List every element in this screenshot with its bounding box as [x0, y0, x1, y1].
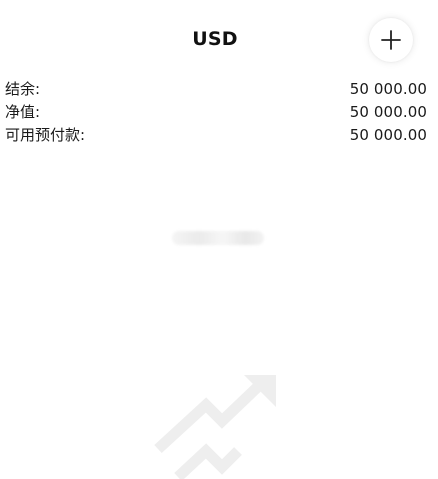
balance-row: 结余: 50 000.00: [5, 77, 427, 100]
equity-label: 净值:: [5, 103, 41, 121]
loading-placeholder: [172, 231, 264, 245]
free-margin-value: 50 000.00: [349, 125, 427, 144]
account-summary: 结余: 50 000.00 净值: 50 000.00 可用预付款: 50 00…: [5, 77, 427, 146]
balance-label: 结余:: [5, 80, 41, 98]
free-margin-row: 可用预付款: 50 000.00: [5, 123, 427, 146]
equity-row: 净值: 50 000.00: [5, 100, 427, 123]
add-button[interactable]: [369, 18, 413, 62]
page-title: USD: [192, 28, 238, 50]
free-margin-label: 可用预付款:: [5, 126, 86, 144]
account-screen: USD 结余: 50 000.00 净值: 50 000.00 可用预付款: 5…: [0, 0, 438, 479]
plus-icon: [381, 30, 401, 50]
trending-up-chart-icon: [154, 375, 276, 479]
balance-value: 50 000.00: [349, 79, 427, 98]
equity-value: 50 000.00: [349, 102, 427, 121]
